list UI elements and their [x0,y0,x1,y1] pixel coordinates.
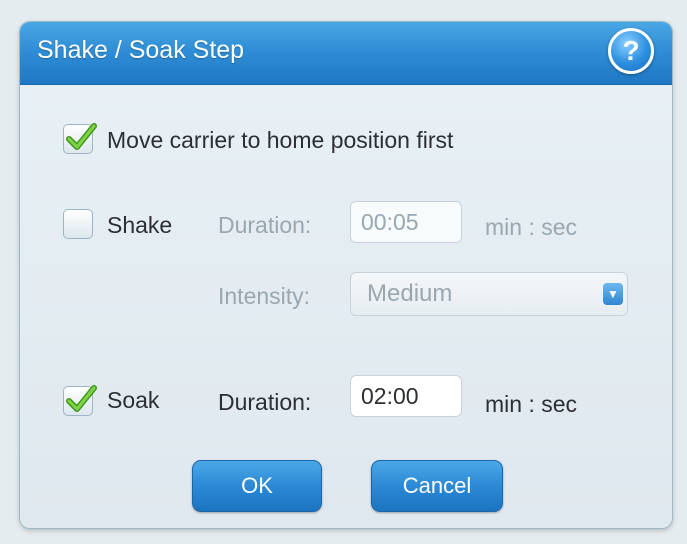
help-icon: ? [622,35,640,66]
ok-button[interactable]: OK [192,460,322,512]
shake-checkbox[interactable] [63,209,93,239]
checkmark-icon [66,385,97,412]
shake-intensity-value: Medium [367,280,453,307]
shake-intensity-select[interactable]: Medium ▼ [350,272,628,316]
move-carrier-label: Move carrier to home position first [107,127,454,153]
soak-duration-input[interactable]: 02:00 [350,375,462,417]
soak-label: Soak [107,387,160,413]
dialog-titlebar: Shake / Soak Step ? [20,22,672,85]
dialog-title: Shake / Soak Step [37,36,245,64]
move-carrier-checkbox[interactable] [63,123,97,154]
checkmark-icon [66,123,97,150]
help-button[interactable]: ? [608,28,654,74]
chevron-down-icon: ▼ [603,283,623,305]
shake-soak-dialog: Shake / Soak Step ? Move carrier to home… [20,22,672,528]
cancel-button[interactable]: Cancel [371,460,503,512]
shake-label: Shake [107,212,173,238]
soak-duration-unit: min : sec [485,391,578,417]
shake-duration-input[interactable]: 00:05 [350,201,462,243]
soak-duration-label: Duration: [218,389,312,415]
soak-checkbox[interactable] [63,385,97,416]
shake-duration-unit: min : sec [485,214,578,240]
shake-duration-label: Duration: [218,212,312,238]
shake-intensity-label: Intensity: [218,283,311,309]
